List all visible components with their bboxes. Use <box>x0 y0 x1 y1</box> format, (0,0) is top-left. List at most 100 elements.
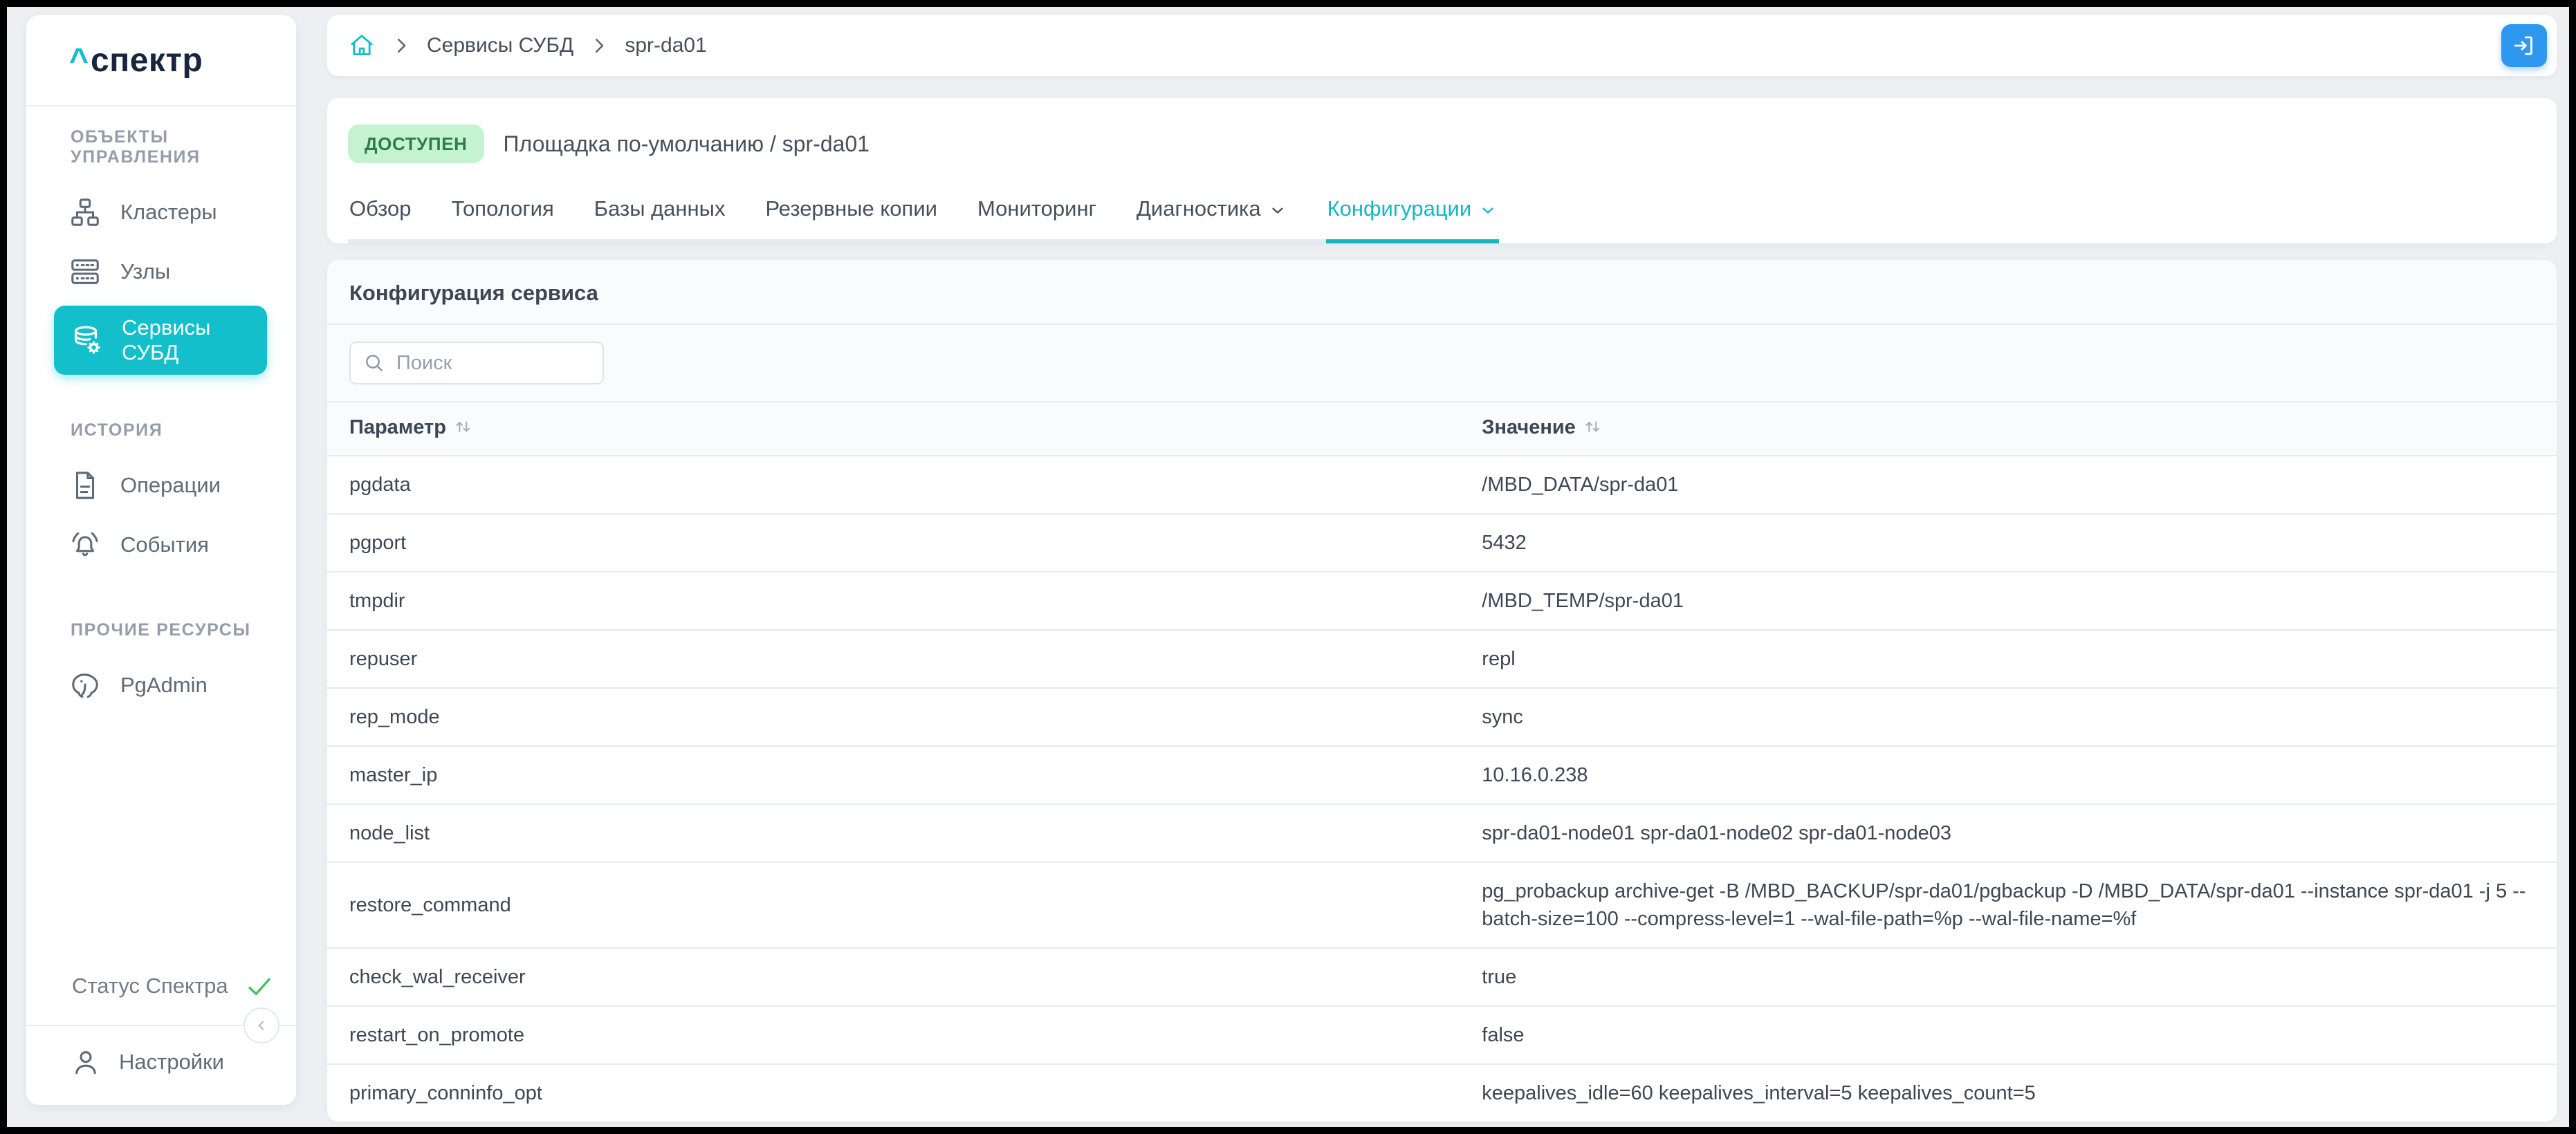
main-area: Сервисы СУБД spr-da01 ДОСТУПЕН Площадка … <box>327 15 2557 1127</box>
table-header-row: Параметр Значение <box>327 402 2557 456</box>
sidebar-item-label: События <box>120 532 209 557</box>
param-cell: restart_on_promote <box>327 1006 1460 1064</box>
value-cell: keepalives_idle=60 keepalives_interval=5… <box>1460 1064 2557 1122</box>
spektr-status: Статус Спектра <box>26 965 296 1007</box>
sidebar-item-db-services[interactable]: Сервисы СУБД <box>54 306 267 375</box>
sidebar-item-label: Операции <box>120 473 221 498</box>
breadcrumb-home[interactable] <box>348 32 376 59</box>
sidebar-item-label: PgAdmin <box>120 673 208 698</box>
value-cell: pg_probackup archive-get -B /MBD_BACKUP/… <box>1460 862 2557 948</box>
logo-text: спектр <box>91 41 203 80</box>
sidebar-nav: ОБЪЕКТЫ УПРАВЛЕНИЯ Кластеры <box>26 106 296 715</box>
param-cell: restore_command <box>327 862 1460 948</box>
value-cell: true <box>1460 948 2557 1006</box>
app-root: ^ спектр ОБЪЕКТЫ УПРАВЛЕНИЯ Кластеры <box>7 7 2569 1127</box>
search-box[interactable] <box>349 342 604 384</box>
nodes-icon <box>69 256 101 288</box>
tabs: Обзор Топология Базы данных Резервные ко… <box>348 196 1499 243</box>
tab-topology[interactable]: Топология <box>450 196 555 239</box>
param-cell: tmpdir <box>327 572 1460 630</box>
table-row: primary_conninfo_optkeepalives_idle=60 k… <box>327 1064 2557 1122</box>
table-row: rep_modesync <box>327 688 2557 746</box>
column-header-parameter[interactable]: Параметр <box>327 402 1460 456</box>
param-cell: rep_mode <box>327 688 1460 746</box>
table-row: pgdata/MBD_DATA/spr-da01 <box>327 456 2557 514</box>
value-cell: /MBD_DATA/spr-da01 <box>1460 456 2557 514</box>
config-card: Конфигурация сервиса Параметр <box>327 260 2557 1122</box>
value-cell: 5432 <box>1460 514 2557 572</box>
param-cell: primary_conninfo_opt <box>327 1064 1460 1122</box>
database-gear-icon <box>71 324 102 356</box>
sidebar-item-label: Сервисы СУБД <box>122 315 267 365</box>
table-row: pgport5432 <box>327 514 2557 572</box>
breadcrumb-item-current: spr-da01 <box>625 34 706 57</box>
config-section-title: Конфигурация сервиса <box>327 260 2557 324</box>
spektr-status-label: Статус Спектра <box>72 974 228 998</box>
nav-section-other-resources: ПРОЧИЕ РЕСУРСЫ <box>26 613 296 647</box>
table-row: tmpdir/MBD_TEMP/spr-da01 <box>327 572 2557 630</box>
tab-diagnostics[interactable]: Диагностика <box>1135 196 1289 239</box>
config-table: Параметр Значение pgdata/MBD_DATA/spr-da… <box>327 402 2557 1122</box>
user-icon <box>71 1047 101 1077</box>
sidebar-item-events[interactable]: События <box>26 515 296 575</box>
chevron-left-icon <box>252 1016 270 1034</box>
tab-databases[interactable]: Базы данных <box>593 196 727 239</box>
param-cell: master_ip <box>327 746 1460 804</box>
value-cell: repl <box>1460 630 2557 688</box>
logo-caret-icon: ^ <box>69 41 89 80</box>
table-row: master_ip10.16.0.238 <box>327 746 2557 804</box>
param-cell: repuser <box>327 630 1460 688</box>
value-cell: sync <box>1460 688 2557 746</box>
breadcrumb-item-services[interactable]: Сервисы СУБД <box>427 34 573 57</box>
tab-configurations[interactable]: Конфигурации <box>1326 196 1500 243</box>
service-header: ДОСТУПЕН Площадка по-умолчанию / spr-da0… <box>348 124 2536 163</box>
search-icon <box>363 352 385 374</box>
value-cell: 10.16.0.238 <box>1460 746 2557 804</box>
table-row: restore_commandpg_probackup archive-get … <box>327 862 2557 948</box>
table-row: restart_on_promotefalse <box>327 1006 2557 1064</box>
column-header-value[interactable]: Значение <box>1460 402 2557 456</box>
chevron-right-icon <box>589 35 609 56</box>
value-cell: /MBD_TEMP/spr-da01 <box>1460 572 2557 630</box>
search-input[interactable] <box>395 351 590 375</box>
service-title: Площадка по-умолчанию / spr-da01 <box>504 131 870 157</box>
breadcrumb: Сервисы СУБД spr-da01 <box>327 15 2557 76</box>
tab-overview[interactable]: Обзор <box>348 196 413 239</box>
check-icon <box>245 972 274 1001</box>
logo: ^ спектр <box>26 15 296 105</box>
sidebar-item-clusters[interactable]: Кластеры <box>26 183 296 242</box>
nav-section-history: ИСТОРИЯ <box>26 413 296 447</box>
chevron-down-icon <box>1268 201 1287 220</box>
sort-icon[interactable] <box>1583 419 1602 441</box>
clusters-icon <box>69 196 101 228</box>
service-header-card: ДОСТУПЕН Площадка по-умолчанию / spr-da0… <box>327 98 2557 243</box>
sidebar-item-label: Узлы <box>120 259 170 284</box>
login-button[interactable] <box>2501 24 2547 67</box>
pgadmin-elephant-icon <box>69 669 101 701</box>
chevron-right-icon <box>391 35 412 56</box>
param-cell: check_wal_receiver <box>327 948 1460 1006</box>
home-icon <box>348 32 376 59</box>
value-cell: spr-da01-node01 spr-da01-node02 spr-da01… <box>1460 804 2557 862</box>
document-icon <box>69 470 101 501</box>
param-cell: pgdata <box>327 456 1460 514</box>
bell-icon <box>69 529 101 561</box>
sidebar-bottom: Статус Спектра Настройки <box>26 965 296 1105</box>
table-row: check_wal_receivertrue <box>327 948 2557 1006</box>
value-cell: false <box>1460 1006 2557 1064</box>
tab-backups[interactable]: Резервные копии <box>764 196 939 239</box>
table-row: node_listspr-da01-node01 spr-da01-node02… <box>327 804 2557 862</box>
param-cell: pgport <box>327 514 1460 572</box>
chevron-down-icon <box>1478 201 1498 220</box>
sidebar: ^ спектр ОБЪЕКТЫ УПРАВЛЕНИЯ Кластеры <box>26 15 296 1105</box>
sidebar-collapse-button[interactable] <box>243 1007 279 1043</box>
nav-section-management: ОБЪЕКТЫ УПРАВЛЕНИЯ <box>26 120 296 174</box>
sidebar-item-pgadmin[interactable]: PgAdmin <box>26 656 296 715</box>
param-cell: node_list <box>327 804 1460 862</box>
tabs-wrap: Обзор Топология Базы данных Резервные ко… <box>348 196 2536 243</box>
sort-icon[interactable] <box>453 419 472 441</box>
search-block <box>327 325 2557 402</box>
sidebar-item-operations[interactable]: Операции <box>26 456 296 515</box>
sidebar-item-nodes[interactable]: Узлы <box>26 242 296 301</box>
tab-monitoring[interactable]: Мониторинг <box>976 196 1098 239</box>
